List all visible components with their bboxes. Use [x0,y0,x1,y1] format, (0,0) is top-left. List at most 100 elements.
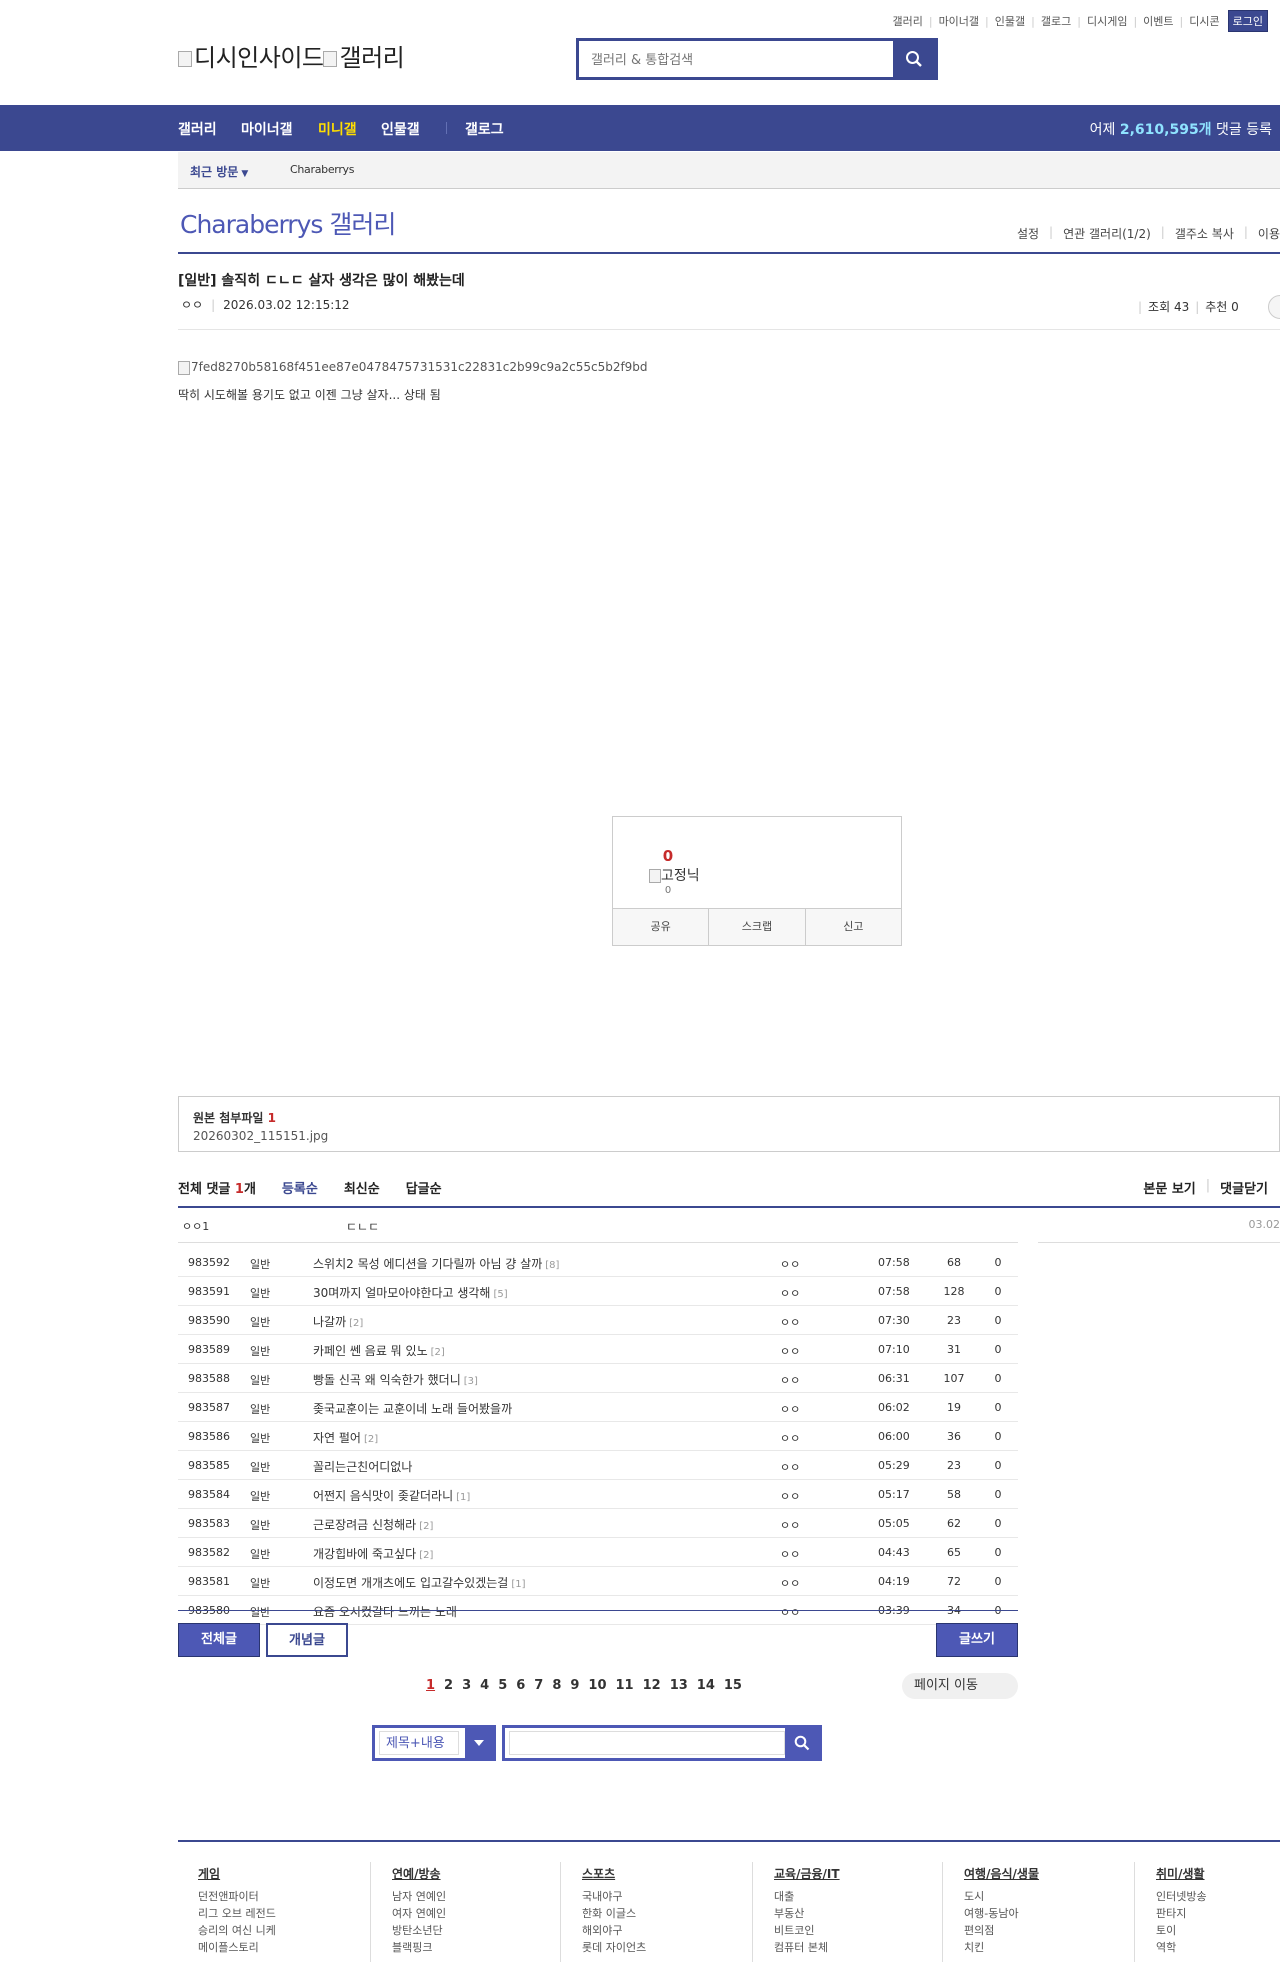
page-link[interactable]: 15 [724,1678,742,1693]
search-button[interactable] [893,41,935,77]
post-writer[interactable]: ㅇㅇ [181,298,203,312]
reply-count[interactable]: [2] [431,1347,445,1358]
scrap-button[interactable]: 스크랩 [709,909,805,945]
recent-visit-toggle[interactable]: 최근 방문▼ [190,163,248,180]
toplink-gallery[interactable]: 갤러리 [892,13,922,29]
table-row[interactable]: 983583일반ㅇㅇ05:05620근로장려금 신청해라[2] [178,1509,1018,1538]
footer-category-link[interactable]: 비트코인 [774,1924,840,1938]
nav-gallery[interactable]: 갤러리 [178,119,217,139]
post-writer[interactable]: ㅇㅇ [780,1459,800,1475]
gallery-settings[interactable]: 설정 [1017,225,1039,242]
page-link[interactable]: 10 [588,1678,606,1693]
attachment-file-link[interactable]: 20260302_115151.jpg [193,1129,328,1143]
post-title-link[interactable]: 요즘 오시컸갈다 느끼는 노래 [313,1603,460,1620]
table-row[interactable]: 983589일반ㅇㅇ07:10310카페인 쎈 음료 뭐 있노[2] [178,1335,1018,1364]
page-link[interactable]: 9 [570,1678,579,1693]
page-link[interactable]: 13 [670,1678,688,1693]
page-link[interactable]: 2 [444,1678,453,1693]
reply-count[interactable]: [1] [511,1579,525,1590]
post-title-link[interactable]: 좆국교훈이는 교훈이네 노래 들어봤을까 [313,1400,515,1417]
all-posts-button[interactable]: 전체글 [178,1623,260,1657]
post-writer[interactable]: ㅇㅇ [780,1488,800,1504]
footer-category-link[interactable]: 부동산 [774,1907,840,1921]
reply-count[interactable]: [5] [493,1289,507,1300]
report-button[interactable]: 신고 [806,909,901,945]
sort-registered[interactable]: 등록순 [282,1178,318,1197]
post-writer[interactable]: ㅇㅇ [780,1575,800,1591]
share-button[interactable]: 공유 [613,909,709,945]
nav-gallog[interactable]: 갤로그 [465,119,504,139]
comment-writer[interactable]: ㅇㅇ1 [182,1218,209,1234]
page-link[interactable]: 8 [552,1678,561,1693]
post-image[interactable]: 7fed8270b58168f451ee87e0478475731531c228… [178,360,648,375]
footer-category-link[interactable]: 해외야구 [582,1924,646,1938]
table-row[interactable]: 983587일반ㅇㅇ06:02190좆국교훈이는 교훈이네 노래 들어봤을까 [178,1393,1018,1422]
reply-count[interactable]: [3] [464,1376,478,1387]
search-input[interactable] [589,47,913,73]
nav-person-gallery[interactable]: 인물갤 [381,119,420,139]
footer-category-title[interactable]: 여행/음식/생물 [964,1865,1039,1882]
footer-category-link[interactable]: 컴퓨터 본체 [774,1941,840,1955]
toplink-dcgame[interactable]: 디시게임 [1087,13,1127,29]
reply-count[interactable]: [1] [456,1492,470,1503]
footer-category-title[interactable]: 연예/방송 [392,1865,446,1882]
post-writer[interactable]: ㅇㅇ [780,1372,800,1388]
footer-category-link[interactable]: 방탄소년단 [392,1924,446,1938]
footer-category-link[interactable]: 여행-동남아 [964,1907,1039,1921]
sort-replies[interactable]: 답글순 [406,1178,442,1197]
page-jump-button[interactable]: 페이지 이동 [902,1673,1018,1699]
recent-gallery-link[interactable]: Charaberrys [290,163,354,176]
footer-category-link[interactable]: 국내야구 [582,1890,646,1904]
toplink-person[interactable]: 인물갤 [995,13,1025,29]
toplink-event[interactable]: 이벤트 [1143,13,1173,29]
post-title-link[interactable]: 꼴리는근친어디없나 [313,1458,415,1475]
footer-category-title[interactable]: 교육/금융/IT [774,1865,840,1882]
post-title-link[interactable]: 자연 펄어[2] [313,1429,378,1446]
footer-category-link[interactable]: 남자 연예인 [392,1890,446,1904]
post-title-link[interactable]: 개강힙바에 죽고싶다[2] [313,1545,433,1562]
post-title-link[interactable]: 근로장려금 신청해라[2] [313,1516,433,1533]
sort-latest[interactable]: 최신순 [344,1178,380,1197]
search-scope-select[interactable]: 제목+내용 [372,1725,496,1761]
view-body-button[interactable]: 본문 보기 [1143,1178,1195,1197]
footer-category-link[interactable]: 판타지 [1156,1907,1207,1921]
footer-category-link[interactable]: 편의점 [964,1924,1039,1938]
post-writer[interactable]: ㅇㅇ [780,1343,800,1359]
post-title-link[interactable]: 이정도면 개개츠에도 입고갈수있겠는걸[1] [313,1574,525,1591]
page-link[interactable]: 11 [616,1678,634,1693]
table-row[interactable]: 983582일반ㅇㅇ04:43650개강힙바에 죽고싶다[2] [178,1538,1018,1567]
post-title-link[interactable]: 30며까지 얼마모아야한다고 생각해[5] [313,1284,508,1301]
reply-count[interactable]: [2] [419,1521,433,1532]
reply-count[interactable]: [2] [364,1434,378,1445]
toplink-minor[interactable]: 마이너갤 [939,13,979,29]
toplink-gallog[interactable]: 갤로그 [1041,13,1071,29]
table-row[interactable]: 983586일반ㅇㅇ06:00360자연 펄어[2] [178,1422,1018,1451]
page-link[interactable]: 4 [480,1678,489,1693]
footer-category-title[interactable]: 스포츠 [582,1865,646,1882]
footer-category-link[interactable]: 대출 [774,1890,840,1904]
footer-category-title[interactable]: 취미/생활 [1156,1865,1207,1882]
page-link[interactable]: 12 [643,1678,661,1693]
best-posts-button[interactable]: 개념글 [266,1623,348,1657]
more-options-button[interactable] [1268,295,1280,319]
footer-category-link[interactable]: 도시 [964,1890,1039,1904]
site-logo[interactable]: 디시인사이드갤러리 [178,38,404,73]
footer-category-link[interactable]: 인터넷방송 [1156,1890,1207,1904]
nav-mini-gallery[interactable]: 미니갤 [318,119,357,139]
footer-category-link[interactable]: 여자 연예인 [392,1907,446,1921]
page-link[interactable]: 7 [534,1678,543,1693]
login-button[interactable]: 로그인 [1228,10,1268,32]
post-writer[interactable]: ㅇㅇ [780,1314,800,1330]
footer-category-link[interactable]: 메이플스토리 [198,1941,276,1955]
table-row[interactable]: 983590일반ㅇㅇ07:30230나갈까[2] [178,1306,1018,1335]
page-link[interactable]: 3 [462,1678,471,1693]
post-title-link[interactable]: 나갈까[2] [313,1313,363,1330]
post-writer[interactable]: ㅇㅇ [780,1256,800,1272]
table-row[interactable]: 983585일반ㅇㅇ05:29230꼴리는근친어디없나 [178,1451,1018,1480]
reply-count[interactable]: [8] [545,1260,559,1271]
footer-category-link[interactable]: 던전앤파이터 [198,1890,276,1904]
reply-count[interactable]: [2] [349,1318,363,1329]
fixed-nick-recommend[interactable]: 고정닉 [649,865,700,885]
toplink-dccon[interactable]: 디시콘 [1189,13,1219,29]
board-search-input[interactable] [509,1731,785,1755]
